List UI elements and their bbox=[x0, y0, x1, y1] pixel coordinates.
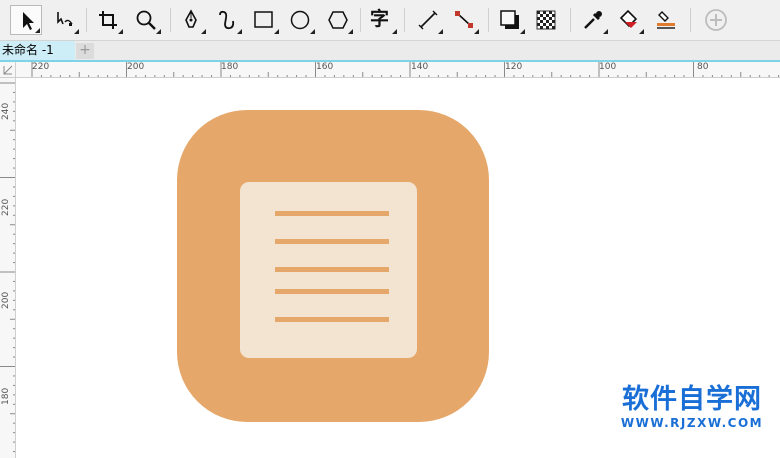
flyout-indicator bbox=[118, 29, 123, 34]
pick-tool-button[interactable] bbox=[10, 5, 42, 35]
zoom-tool-button[interactable] bbox=[130, 5, 162, 35]
document-tab-bar: 未命名 -1 + bbox=[0, 41, 780, 62]
watermark-title: 软件自学网 bbox=[622, 384, 762, 415]
polygon-tool-button[interactable] bbox=[322, 5, 354, 35]
flyout-indicator bbox=[438, 29, 443, 34]
document-tab[interactable]: 未命名 -1 bbox=[0, 41, 75, 60]
toolbar-separator bbox=[690, 8, 691, 32]
toolbar-separator bbox=[570, 8, 571, 32]
flyout-indicator bbox=[237, 29, 242, 34]
flyout-indicator bbox=[201, 29, 206, 34]
shape-tool-button[interactable] bbox=[48, 5, 80, 35]
ruler-label: 180 bbox=[221, 62, 239, 72]
ruler-label: 100 bbox=[599, 62, 617, 72]
ruler-label: 120 bbox=[505, 62, 523, 72]
ruler-label: 200 bbox=[127, 62, 145, 72]
ruler-label: 180 bbox=[1, 387, 11, 405]
brush-curve-icon bbox=[219, 10, 235, 30]
dimension-tool-button[interactable] bbox=[412, 5, 444, 35]
rectangle-tool-button[interactable] bbox=[248, 5, 280, 35]
ruler-label: 80 bbox=[697, 62, 709, 72]
toolbar-separator bbox=[86, 8, 87, 32]
ruler-label: 160 bbox=[316, 62, 334, 72]
note-line[interactable] bbox=[275, 317, 389, 322]
flyout-indicator bbox=[474, 29, 479, 34]
text-glyph-icon: 字 bbox=[370, 8, 390, 30]
ruler-label: 220 bbox=[32, 62, 50, 72]
toolbar-separator bbox=[170, 8, 171, 32]
checkerboard-icon bbox=[536, 10, 556, 30]
ellipse-tool-button[interactable] bbox=[284, 5, 316, 35]
drop-shadow-tool-button[interactable] bbox=[494, 5, 526, 35]
ruler-label: 240 bbox=[1, 102, 11, 120]
ruler-label: 200 bbox=[1, 291, 11, 309]
ellipse-icon bbox=[290, 10, 310, 30]
smart-fill-icon bbox=[657, 11, 675, 29]
flyout-indicator bbox=[35, 28, 40, 33]
flyout-indicator bbox=[156, 29, 161, 34]
toolbar-separator bbox=[404, 8, 405, 32]
note-line[interactable] bbox=[275, 239, 389, 244]
flyout-indicator bbox=[639, 29, 644, 34]
flyout-indicator bbox=[603, 29, 608, 34]
flyout-indicator bbox=[74, 29, 79, 34]
crop-tool-button[interactable] bbox=[92, 5, 124, 35]
note-line[interactable] bbox=[275, 211, 389, 216]
new-document-tab-button[interactable]: + bbox=[76, 43, 94, 59]
flyout-indicator bbox=[348, 29, 353, 34]
horizontal-ruler[interactable]: 220 200 180 160 140 120 100 80 bbox=[16, 62, 780, 78]
connector-tool-button[interactable] bbox=[448, 5, 480, 35]
rectangle-icon bbox=[254, 11, 273, 28]
transparency-tool-button[interactable] bbox=[530, 5, 562, 35]
watermark-url: WWW.RJZXW.COM bbox=[620, 416, 764, 430]
ruler-label: 220 bbox=[1, 198, 11, 216]
note-line[interactable] bbox=[275, 267, 389, 272]
ruler-label: 140 bbox=[411, 62, 429, 72]
note-line[interactable] bbox=[275, 289, 389, 294]
flyout-indicator bbox=[274, 29, 279, 34]
smart-fill-tool-button[interactable] bbox=[650, 5, 682, 35]
watermark: 软件自学网 WWW.RJZXW.COM bbox=[612, 384, 772, 430]
pen-nib-icon bbox=[185, 9, 197, 28]
interactive-fill-tool-button[interactable] bbox=[613, 5, 645, 35]
flyout-indicator bbox=[392, 29, 397, 34]
add-tool-button[interactable] bbox=[700, 5, 732, 35]
toolbox: 字 bbox=[0, 0, 780, 41]
connector-line-icon bbox=[455, 11, 473, 28]
eyedropper-icon bbox=[584, 11, 602, 29]
ruler-origin-corner[interactable] bbox=[0, 62, 16, 78]
vertical-ruler[interactable]: 240 220 200 180 bbox=[0, 78, 16, 458]
flyout-indicator bbox=[310, 29, 315, 34]
plus-circle-icon bbox=[705, 9, 727, 31]
text-tool-button[interactable]: 字 bbox=[366, 5, 398, 35]
toolbar-separator bbox=[360, 8, 361, 32]
toolbar-separator bbox=[488, 8, 489, 32]
paint-bucket-icon bbox=[619, 9, 638, 28]
node-edit-icon bbox=[57, 12, 73, 26]
artistic-media-tool-button[interactable] bbox=[211, 5, 243, 35]
dimension-line-icon bbox=[418, 10, 438, 30]
flyout-indicator bbox=[520, 29, 525, 34]
ruler-origin-icon bbox=[3, 65, 13, 75]
hexagon-icon bbox=[328, 11, 348, 29]
magnifier-icon bbox=[136, 10, 156, 30]
pen-tool-button[interactable] bbox=[175, 5, 207, 35]
eyedropper-tool-button[interactable] bbox=[577, 5, 609, 35]
crop-icon bbox=[99, 11, 117, 29]
drop-shadow-icon bbox=[500, 10, 519, 29]
